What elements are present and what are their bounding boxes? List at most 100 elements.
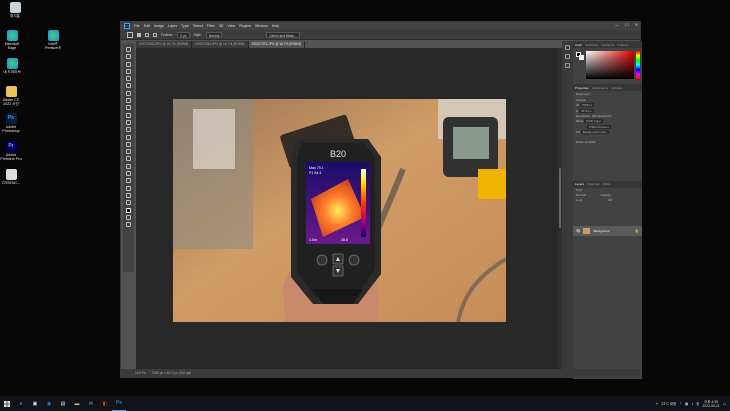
style-select[interactable]: Normal	[205, 31, 223, 38]
zoom-tool-icon[interactable]	[126, 192, 131, 198]
marquee-tool-icon[interactable]	[127, 31, 133, 38]
lasso-tool-icon[interactable]	[126, 61, 131, 67]
brush-tool-icon[interactable]	[126, 105, 131, 111]
gradient-tool-icon[interactable]	[126, 134, 131, 140]
move-tool-icon[interactable]	[126, 47, 131, 52]
canvas-width-input[interactable]: 7008 px	[579, 103, 595, 107]
eyedropper-tool-icon[interactable]	[126, 90, 131, 96]
tab-swatches[interactable]: Swatches	[585, 43, 598, 47]
tab-channels[interactable]: Channels	[587, 182, 600, 186]
healing-brush-tool-icon[interactable]	[126, 98, 131, 104]
file-explorer-icon[interactable]: ▬	[70, 396, 84, 411]
crop-tool-icon[interactable]	[126, 76, 131, 82]
color-field[interactable]	[586, 51, 634, 79]
tab-dsc07373[interactable]: DSC07373.JPG @ 16.7% (RGB/8)	[248, 41, 305, 48]
menu-filter[interactable]: Filter	[207, 24, 215, 28]
photoshop-taskbar-icon[interactable]: Ps	[112, 396, 126, 411]
menu-select[interactable]: Select	[193, 24, 203, 28]
menu-view[interactable]: View	[227, 24, 235, 28]
close-button[interactable]: ✕	[635, 22, 638, 27]
frame-tool-icon[interactable]	[126, 83, 131, 89]
background-swatch[interactable]	[579, 55, 584, 60]
tab-libraries[interactable]: Libraries	[611, 86, 623, 90]
feather-input[interactable]: 0 px	[177, 31, 190, 38]
desktop-icon-drive[interactable]: 내 드라이브	[1, 58, 23, 74]
character-panel-icon[interactable]	[565, 63, 570, 68]
type-tool-icon[interactable]	[126, 163, 131, 169]
hue-slider[interactable]	[636, 51, 640, 79]
marquee-tool-icon[interactable]	[126, 54, 131, 60]
menu-plugins[interactable]: Plugins	[239, 24, 251, 28]
edge-taskbar-icon[interactable]: ◉	[42, 396, 56, 411]
scroll-thumb[interactable]	[559, 168, 561, 228]
hand-tool-icon[interactable]	[126, 185, 131, 191]
task-view-icon[interactable]: ▣	[28, 396, 42, 411]
desktop-icon-premiere[interactable]: Pr Adobe Premiere Pro	[0, 141, 22, 161]
more-tools-icon[interactable]	[126, 200, 131, 206]
canvas-area[interactable]: B20 Max 75.1 P1 64.4 1.0m 28.6	[136, 48, 558, 370]
desktop-icon-intel[interactable]: Intel® Pentium®	[42, 30, 64, 50]
eraser-tool-icon[interactable]	[126, 127, 131, 133]
pen-tool-icon[interactable]	[126, 156, 131, 162]
tab-dsc07344[interactable]: DSC07344.JPG @ 16.7% (RGB/8)	[192, 41, 249, 48]
canvas-height-input[interactable]: 4672 px	[579, 108, 594, 113]
foreground-color-swatch[interactable]	[126, 207, 131, 213]
tab-layers[interactable]: Layers	[575, 182, 584, 186]
input-language[interactable]: 한	[696, 401, 699, 406]
mail-icon[interactable]: ✉	[84, 396, 98, 411]
search-icon[interactable]: ⌕	[14, 396, 28, 411]
menu-layer[interactable]: Layer	[168, 24, 177, 28]
desktop-icon-recycle-bin[interactable]: 휴지통	[4, 2, 26, 18]
tab-paths[interactable]: Paths	[603, 182, 611, 186]
mode-select[interactable]: RGB Color	[584, 119, 603, 123]
color-picker[interactable]	[573, 48, 642, 84]
clock[interactable]: 오후 4:30 2022-05-21	[702, 400, 719, 408]
history-panel-icon[interactable]	[565, 45, 570, 50]
fill-select[interactable]: Background Color	[580, 130, 609, 134]
menu-type[interactable]: Type	[181, 24, 189, 28]
desktop-icon-adobe-folder[interactable]: Adobe CC 2022 사진	[0, 86, 22, 106]
tab-color[interactable]: Color	[575, 43, 582, 47]
layer-row-background[interactable]: 👁 Background 🔒	[573, 226, 642, 236]
maximize-button[interactable]: ☐	[625, 22, 629, 27]
menu-image[interactable]: Image	[154, 24, 164, 28]
screen-mode-icon[interactable]	[126, 222, 131, 228]
desktop-icon-photoshop[interactable]: Ps Adobe Photoshop	[0, 113, 22, 133]
history-brush-tool-icon[interactable]	[126, 119, 131, 125]
zoom-level[interactable]: 16.67%	[135, 371, 146, 375]
visibility-eye-icon[interactable]: 👁	[576, 229, 580, 233]
menu-edit[interactable]: Edit	[144, 24, 150, 28]
add-selection-icon[interactable]	[145, 32, 149, 37]
notifications-icon[interactable]: ▭	[723, 402, 726, 406]
menu-window[interactable]: Window	[255, 24, 268, 28]
bit-depth-select[interactable]: 8 Bits/Channel	[587, 124, 611, 129]
blur-tool-icon[interactable]	[126, 141, 131, 147]
start-button[interactable]	[0, 396, 14, 411]
menu-3d[interactable]: 3D	[219, 24, 224, 28]
minimize-button[interactable]: —	[615, 22, 619, 27]
brush-settings-icon[interactable]	[565, 54, 570, 59]
desktop-icon-file[interactable]: CRSENC...	[0, 169, 22, 185]
new-selection-icon[interactable]	[137, 32, 141, 37]
tab-patterns[interactable]: Patterns	[617, 43, 628, 47]
clone-stamp-tool-icon[interactable]	[126, 112, 131, 118]
select-and-mask-button[interactable]: Select and Mask...	[266, 31, 300, 38]
desktop-icon-edge[interactable]: Microsoft Edge	[1, 30, 23, 50]
subtract-selection-icon[interactable]	[153, 32, 157, 37]
chevron-up-icon[interactable]: ⌃	[679, 402, 682, 406]
tab-gradients[interactable]: Gradients	[601, 43, 614, 47]
dodge-tool-icon[interactable]	[126, 149, 131, 155]
volume-icon[interactable]: ◖	[691, 402, 693, 406]
path-select-tool-icon[interactable]	[126, 171, 131, 177]
tab-dsc07343[interactable]: DSC07343.JPG @ 16.7% (RGB/8)	[136, 41, 193, 48]
quick-mask-icon[interactable]	[126, 214, 131, 220]
kind-filter-select[interactable]: Kind	[576, 188, 582, 192]
store-icon[interactable]: ▤	[56, 396, 70, 411]
network-icon[interactable]: ▦	[685, 402, 688, 406]
rulers-grids-section[interactable]: Rulers & Grids	[573, 140, 642, 145]
tab-adjustments[interactable]: Adjustments	[592, 86, 609, 90]
rectangle-tool-icon[interactable]	[126, 178, 131, 184]
menu-file[interactable]: File	[134, 24, 140, 28]
tab-properties[interactable]: Properties	[575, 86, 589, 90]
menu-help[interactable]: Help	[272, 24, 279, 28]
